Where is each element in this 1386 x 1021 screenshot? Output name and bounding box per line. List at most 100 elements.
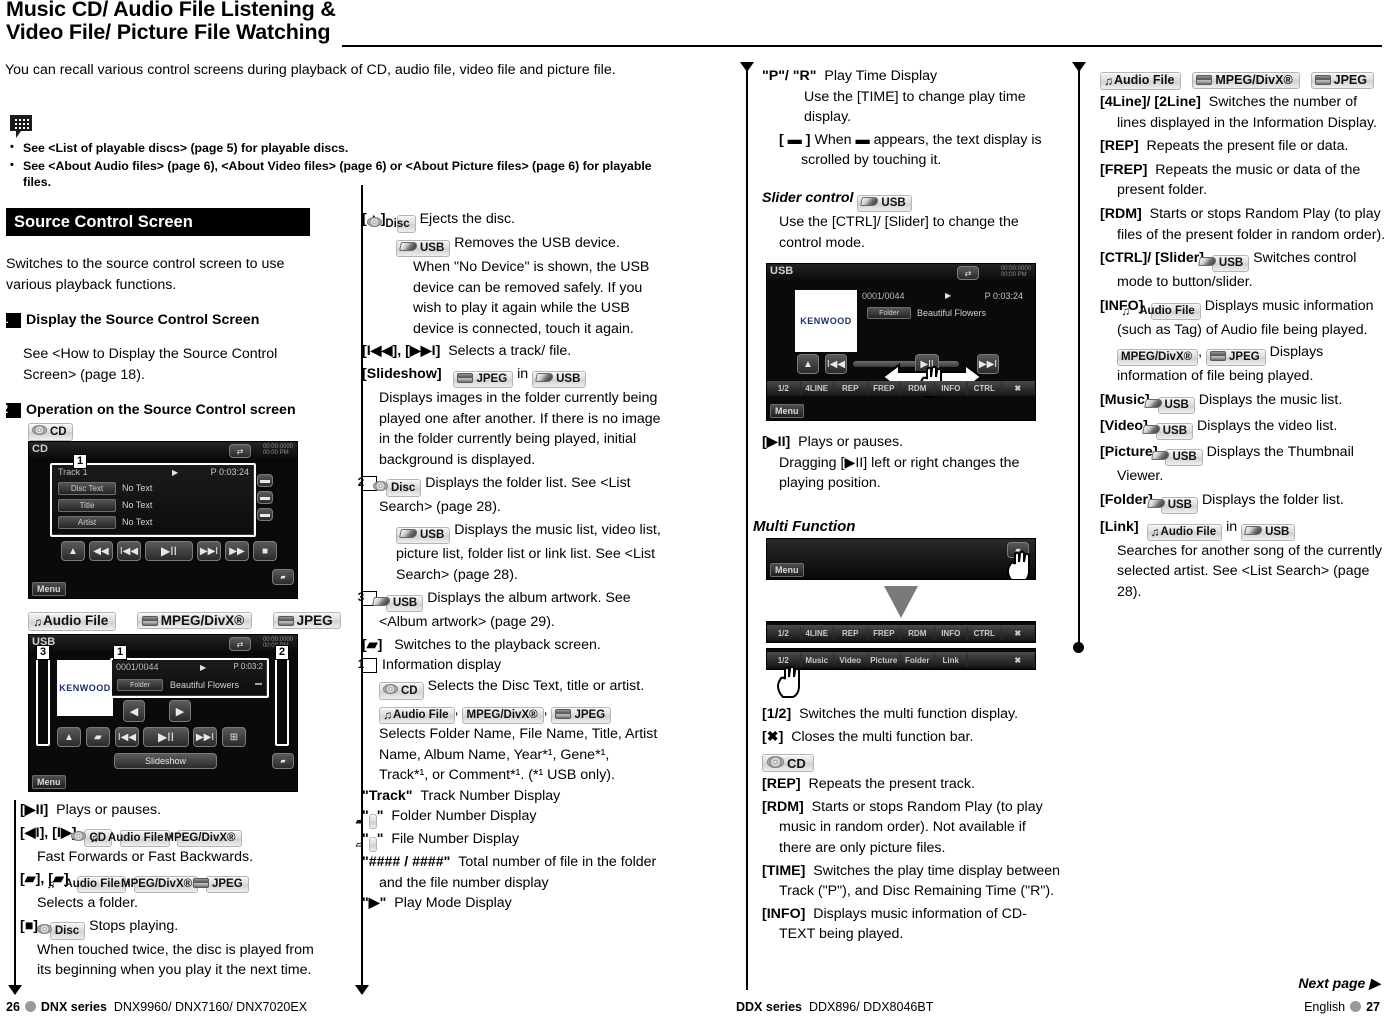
screen-clock: 00:00:0000 00:00 PM xyxy=(262,444,293,456)
screen-menu-button[interactable]: Menu xyxy=(770,563,804,577)
screen-play-pause-button[interactable]: ▶II xyxy=(145,541,193,561)
page-number-left: 26 xyxy=(6,1000,20,1014)
item-key: [1/2] xyxy=(762,706,792,722)
screen-slideshow-button[interactable]: Slideshow xyxy=(114,753,217,769)
screen-folder-label[interactable]: Folder xyxy=(117,679,163,691)
screen-list-button[interactable]: ⇄ xyxy=(229,637,251,651)
item-1-info-display: 1 Information display xyxy=(358,655,662,676)
screen-row-label[interactable]: Disc Text xyxy=(58,482,116,495)
screen-stop-button[interactable]: ■ xyxy=(253,541,277,561)
screen-row-label[interactable]: Artist xyxy=(58,516,116,529)
footer-right: English 27 xyxy=(1304,1000,1380,1014)
fn-button[interactable]: 4LINE xyxy=(801,382,834,395)
screen-list-button[interactable]: ⇄ xyxy=(957,266,979,280)
screen-row-label[interactable]: Title xyxy=(58,499,116,512)
screen-previous-button[interactable]: I◀◀ xyxy=(115,727,139,747)
item-rdm: [RDM] Starts or stops Random Play (to pl… xyxy=(1100,204,1386,245)
item-rep: [REP] Repeats the present track. xyxy=(762,774,1062,795)
fn-button[interactable]: REP xyxy=(834,382,868,395)
screen-topbar xyxy=(29,635,297,656)
screen-menu-button[interactable]: Menu xyxy=(770,404,804,418)
screen-info-area[interactable]: Track 1 ▶ P 0:03:24 Disc Text No Text Ti… xyxy=(51,464,254,535)
fn-button[interactable]: Video xyxy=(834,653,868,667)
fn-button[interactable]: RDM xyxy=(901,382,935,395)
item-ctrl-slider: [CTRL]/ [Slider] USB Switches control mo… xyxy=(1100,248,1386,293)
screen-next-button[interactable]: ▶▶I xyxy=(197,541,221,561)
item-frep: [FREP] Repeats the music or data of the … xyxy=(1100,160,1386,201)
fn-button[interactable]: Picture xyxy=(868,653,901,667)
screen-scroll-button[interactable]: ▬ xyxy=(257,474,273,487)
screen-fast-backward-button[interactable]: ◀◀ xyxy=(89,541,113,561)
fn-button[interactable]: CTRL xyxy=(968,626,1002,640)
screen-list-button[interactable]: ⇄ xyxy=(229,444,251,458)
fn-button[interactable]: Folder xyxy=(901,653,935,667)
music-note-icon: ♫ xyxy=(1150,524,1160,539)
multi-function-row-1[interactable]: 1/2 4LINE REP FREP RDM INFO CTRL ✖ xyxy=(767,625,1035,641)
fn-button[interactable]: Music xyxy=(801,653,834,667)
usb-icon xyxy=(1143,398,1163,408)
screen-scroll-button[interactable]: ▬ xyxy=(257,491,273,504)
next-page-label: Next page ▶ xyxy=(1298,975,1380,991)
screen-fast-forward-button[interactable]: ▶▶ xyxy=(225,541,249,561)
fn-button[interactable]: INFO xyxy=(935,626,968,640)
screen-row-value: No Text xyxy=(122,483,153,493)
screen-previous-button[interactable]: I◀◀ xyxy=(825,354,847,374)
screen-album-artwork[interactable]: KENWOOD xyxy=(795,290,857,352)
column-1-items: [▶II] Plays or pauses. [◀I], [I▶] CD, ♫A… xyxy=(20,800,320,981)
screen-menu-button[interactable]: Menu xyxy=(32,582,66,596)
item-key: [ ▬ ] xyxy=(779,131,811,148)
media-badge-row: ♫Audio File MPEG/DivX® JPEG xyxy=(28,608,341,631)
fn-button[interactable]: CTRL xyxy=(968,382,1002,395)
fn-button[interactable]: RDM xyxy=(901,626,935,640)
screen-play-pause-button[interactable]: ▶II xyxy=(143,727,189,747)
fn-button[interactable]: Link xyxy=(935,653,968,667)
screen-playback-switch-button[interactable]: ▰ xyxy=(272,569,294,585)
item-picture: [Picture] USB Displays the Thumbnail Vie… xyxy=(1100,442,1386,487)
item-line-switch: [4Line]/ [2Line] Switches the number of … xyxy=(1100,92,1386,133)
screen-info-area[interactable]: 0001/0044 ▶ P 0:03:2 Folder Beautiful Fl… xyxy=(111,659,267,696)
screen-multi-function-bar[interactable]: 1/2 4LINE REP FREP RDM INFO CTRL ✖ xyxy=(767,381,1035,396)
screen-eject-button[interactable]: ▲ xyxy=(57,727,81,747)
fn-button[interactable]: 1/2 xyxy=(767,626,801,640)
screen-time: P 0:03:2 xyxy=(233,662,263,671)
screen-menu-button[interactable]: Menu xyxy=(32,775,66,789)
item-key: "#### / ####" xyxy=(362,854,451,871)
item-key: [Slideshow] xyxy=(362,365,442,382)
screen-eject-button[interactable]: ▲ xyxy=(797,354,819,374)
screen-next-button[interactable]: ▶▶I xyxy=(193,727,217,747)
screen-folder-button[interactable]: ▰ xyxy=(86,727,110,747)
fn-button[interactable]: ✖ xyxy=(1002,382,1035,395)
fn-button[interactable]: 4LINE xyxy=(801,626,834,640)
item-key: [TIME] xyxy=(762,862,806,879)
item-2-usb: USB Displays the music list, video list,… xyxy=(362,520,662,585)
cd-source-control-screenshot: CD ⇄ 00:00:0000 00:00 PM Track 1 ▶ P 0:0… xyxy=(28,441,298,599)
screen-track-number: 0001/0044 xyxy=(862,291,905,301)
screen-playback-switch-button[interactable]: ▰ xyxy=(272,753,294,769)
fn-button[interactable]: ✖ xyxy=(1002,626,1035,640)
bullet-text: See <List of playable discs> (page 5) fo… xyxy=(23,141,349,155)
fn-button[interactable]: FREP xyxy=(868,382,901,395)
fn-button[interactable]: REP xyxy=(834,626,868,640)
item-key: [INFO] xyxy=(762,905,806,922)
multi-function-row-2[interactable]: 1/2 Music Video Picture Folder Link ✖ xyxy=(767,652,1035,668)
item-3-artwork: 3 USB Displays the album artwork. See <A… xyxy=(358,588,662,633)
fn-button[interactable]: ✖ xyxy=(1002,653,1035,667)
badge-usb: USB xyxy=(396,240,451,257)
multi-function-bar-2: 1/2 Music Video Picture Folder Link ✖ xyxy=(766,648,1036,670)
fn-button[interactable]: INFO xyxy=(935,382,968,395)
item-text: Play Mode Display xyxy=(394,895,512,912)
screen-scroll-button[interactable]: ▬ xyxy=(257,508,273,521)
screen-previous-button[interactable]: I◀◀ xyxy=(117,541,141,561)
picture-icon xyxy=(277,616,294,626)
item-text: Displays the video list. xyxy=(1196,417,1338,434)
item-key: [Video] xyxy=(1100,417,1148,434)
screen-album-artwork[interactable]: KENWOOD xyxy=(57,660,113,716)
screen-picture-prev-button[interactable]: ◀ xyxy=(123,700,145,722)
screen-picture-next-button[interactable]: ▶ xyxy=(169,700,191,722)
footer-dot-icon xyxy=(24,1001,36,1012)
fn-button[interactable]: FREP xyxy=(868,626,901,640)
screen-eject-button[interactable]: ▲ xyxy=(61,541,85,561)
screen-add-button[interactable]: ⊞ xyxy=(222,727,246,747)
screen-folder-label[interactable]: Folder xyxy=(867,307,911,319)
fn-button[interactable]: 1/2 xyxy=(767,382,801,395)
